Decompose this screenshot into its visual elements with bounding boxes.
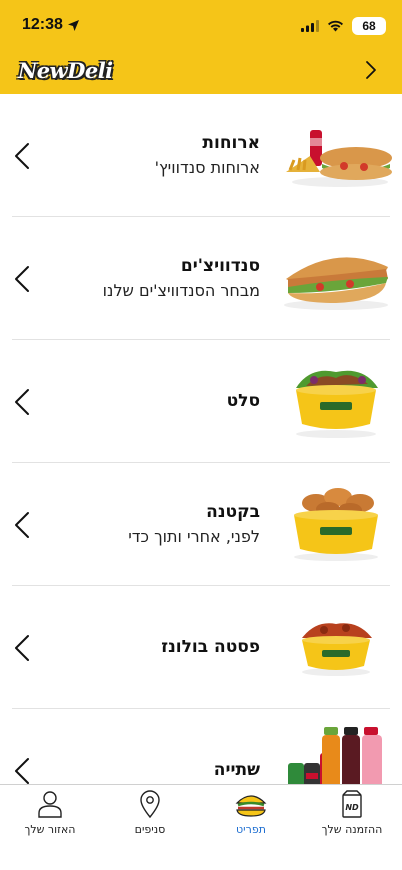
svg-text:ND: ND (345, 803, 359, 812)
battery-level: 68 (362, 19, 376, 33)
tab-menu[interactable]: תפריט (201, 789, 301, 845)
menu-item-text: סלט (227, 390, 260, 412)
tab-label: תפריט (236, 823, 266, 836)
cellular-signal-icon (301, 20, 319, 32)
menu-item-small-bites[interactable]: בקטנה לפני, אחרי ותוך כדי (0, 463, 402, 586)
chevron-left-icon (15, 266, 29, 292)
status-indicators: 68 (301, 17, 386, 35)
tab-label: ההזמנה שלך (321, 823, 383, 836)
tab-branches[interactable]: סניפים (100, 789, 200, 845)
menu-item-text: שתייה (214, 759, 260, 781)
menu-item-subtitle: מבחר הסנדוויצ'ים שלנו (102, 281, 260, 300)
menu-category-list: ארוחות ארוחות סנדוויץ' סנדוויצ'ים מבחר ה… (0, 94, 402, 832)
sandwich-image (284, 257, 388, 310)
salad-bowl-image (296, 370, 378, 438)
status-time: 12:38 (22, 16, 80, 34)
menu-item-title: שתייה (213, 760, 260, 780)
tab-label: האזור שלך (24, 823, 76, 836)
menu-item-text: סנדוויצ'ים מבחר הסנדוויצ'ים שלנו (103, 255, 260, 301)
menu-item-text: בקטנה לפני, אחרי ותוך כדי (128, 501, 260, 547)
newdeli-logo[interactable]: NewDeli (18, 58, 113, 83)
chevron-right-icon[interactable] (364, 60, 378, 80)
menu-item-subtitle: ארוחות סנדוויץ' (154, 158, 260, 177)
menu-item-title: פסטה בולונז (161, 637, 260, 657)
app-header: 12:38 68 NewDeli (0, 0, 402, 94)
tab-your-area[interactable]: האזור שלך (0, 789, 100, 845)
chevron-left-icon (15, 512, 29, 538)
menu-item-pasta[interactable]: פסטה בולונז (0, 586, 402, 709)
tab-label: סניפים (134, 823, 166, 836)
user-icon (38, 791, 62, 818)
chevron-left-icon (15, 389, 29, 415)
chicken-wings-bowl-image (294, 488, 378, 561)
menu-item-sandwiches[interactable]: סנדוויצ'ים מבחר הסנדוויצ'ים שלנו (0, 217, 402, 340)
location-arrow-icon (67, 19, 79, 31)
wifi-icon (328, 20, 343, 32)
menu-item-title: סנדוויצ'ים (180, 256, 260, 276)
menu-item-meals[interactable]: ארוחות ארוחות סנדוויץ' (0, 94, 402, 217)
tab-your-order[interactable]: ND ההזמנה שלך (302, 789, 402, 845)
chevron-left-icon (15, 143, 29, 169)
menu-item-text: פסטה בולונז (161, 636, 260, 658)
pasta-bowl-image (302, 623, 372, 676)
menu-item-salad[interactable]: סלט (0, 340, 402, 463)
chevron-left-icon (15, 758, 29, 784)
meal-combo-image (286, 130, 392, 187)
clock-text: 12:38 (22, 16, 63, 33)
chevron-left-icon (15, 635, 29, 661)
location-pin-icon (140, 790, 160, 819)
menu-item-title: בקטנה (206, 502, 260, 522)
battery-indicator: 68 (352, 17, 386, 35)
menu-item-text: ארוחות ארוחות סנדוויץ' (155, 132, 260, 178)
bottom-tab-bar: ND ההזמנה שלך תפריט סניפים האזור שלך (0, 784, 402, 870)
shopping-bag-icon: ND (342, 790, 362, 818)
sandwich-menu-icon (235, 795, 267, 817)
status-bar: 12:38 68 (0, 14, 402, 38)
menu-item-title: ארוחות (202, 133, 260, 153)
menu-item-title: סלט (226, 391, 260, 411)
menu-item-subtitle: לפני, אחרי ותוך כדי (128, 527, 260, 546)
